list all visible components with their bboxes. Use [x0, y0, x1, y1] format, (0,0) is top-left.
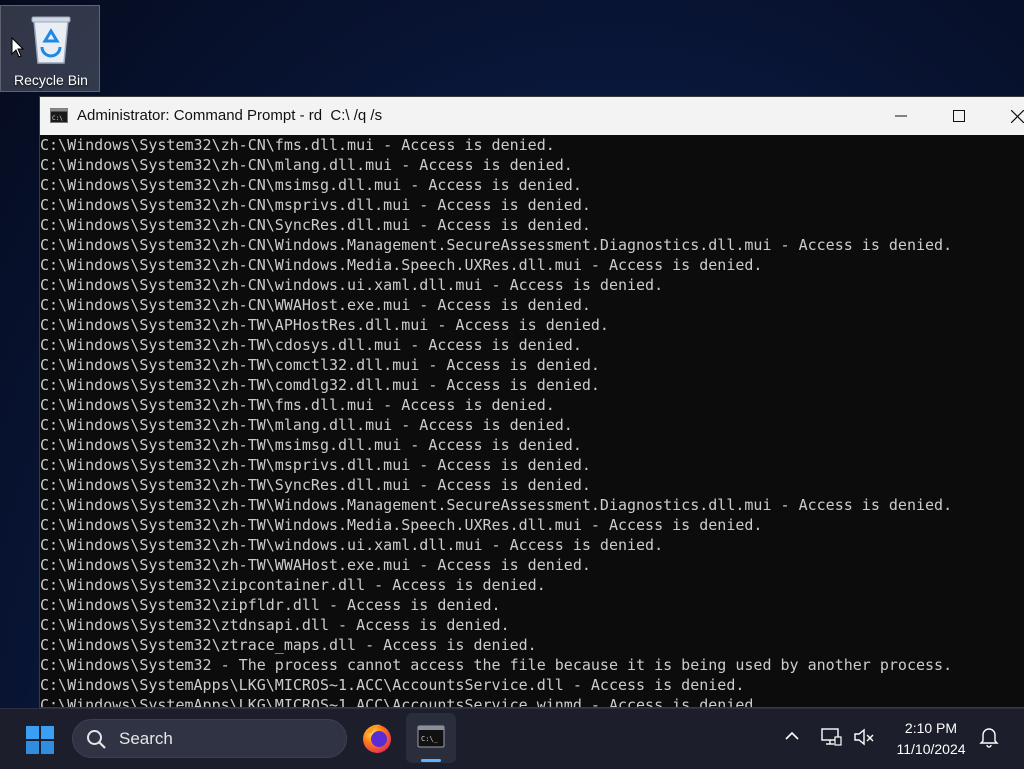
minimize-icon: [895, 115, 907, 117]
console-line: C:\Windows\System32\ztdnsapi.dll - Acces…: [40, 616, 510, 634]
console-line: C:\Windows\System32\zh-CN\Windows.Manage…: [40, 236, 953, 254]
console-line: C:\Windows\System32\zh-CN\mlang.dll.mui …: [40, 156, 573, 174]
console-line: C:\Windows\System32\zh-TW\comctl32.dll.m…: [40, 356, 600, 374]
command-prompt-window[interactable]: C:\ Administrator: Command Prompt - rd C…: [39, 96, 1024, 708]
console-line: C:\Windows\System32\zh-TW\WWAHost.exe.mu…: [40, 556, 591, 574]
notification-bell-icon[interactable]: [979, 726, 999, 748]
console-line: C:\Windows\System32 - The process cannot…: [40, 656, 953, 674]
window-title: Administrator: Command Prompt - rd C:\ /…: [77, 107, 383, 124]
console-line: C:\Windows\SystemApps\LKG\MICROS~1.ACC\A…: [40, 696, 763, 708]
chevron-up-icon[interactable]: [782, 726, 802, 746]
taskbar-clock[interactable]: 2:10 PM 11/10/2024: [884, 718, 978, 760]
window-titlebar[interactable]: C:\ Administrator: Command Prompt - rd C…: [40, 97, 1024, 135]
console-line: C:\Windows\System32\ztrace_maps.dll - Ac…: [40, 636, 537, 654]
console-line: C:\Windows\System32\zh-CN\WWAHost.exe.mu…: [40, 296, 591, 314]
taskbar-firefox-button[interactable]: [352, 713, 402, 763]
windows-start-icon[interactable]: [22, 725, 58, 755]
console-line: C:\Windows\System32\zh-TW\windows.ui.xam…: [40, 536, 664, 554]
console-line: C:\Windows\System32\zipcontainer.dll - A…: [40, 576, 546, 594]
close-icon: [1010, 109, 1024, 123]
console-line: C:\Windows\System32\zh-CN\windows.ui.xam…: [40, 276, 664, 294]
terminal-icon: C:\_: [417, 725, 445, 748]
search-icon: [87, 730, 106, 749]
recycle-bin-icon: [31, 16, 71, 64]
clock-time: 2:10 PM: [904, 720, 958, 736]
console-line: C:\Windows\System32\zh-CN\Windows.Media.…: [40, 256, 763, 274]
console-line: C:\Windows\System32\zh-TW\msimsg.dll.mui…: [40, 436, 582, 454]
volume-muted-icon[interactable]: [853, 726, 875, 748]
console-line: C:\Windows\System32\zh-TW\comdlg32.dll.m…: [40, 376, 600, 394]
close-button[interactable]: [988, 97, 1024, 135]
console-line: C:\Windows\System32\zh-TW\Windows.Manage…: [40, 496, 953, 514]
maximize-icon: [953, 110, 965, 122]
taskbar: Search C:\_ 2:10 PM 11/10/2024: [0, 708, 1024, 769]
console-line: C:\Windows\System32\zh-TW\mlang.dll.mui …: [40, 416, 573, 434]
console-line: C:\Windows\System32\zh-TW\fms.dll.mui - …: [40, 396, 555, 414]
svg-text:C:\_: C:\_: [421, 735, 439, 743]
taskbar-search-box[interactable]: Search: [72, 719, 347, 758]
console-line: C:\Windows\System32\zh-CN\msprivs.dll.mu…: [40, 196, 591, 214]
console-line: C:\Windows\System32\zh-CN\SyncRes.dll.mu…: [40, 216, 591, 234]
mouse-cursor-icon: [11, 37, 25, 58]
cmd-icon: C:\: [50, 108, 68, 123]
taskbar-terminal-button[interactable]: C:\_: [406, 713, 456, 763]
console-output[interactable]: C:\Windows\System32\zh-CN\fms.dll.mui - …: [40, 135, 1024, 707]
svg-text:C:\: C:\: [52, 115, 63, 122]
console-line: C:\Windows\System32\zh-TW\SyncRes.dll.mu…: [40, 476, 591, 494]
console-line: C:\Windows\SystemApps\LKG\MICROS~1.ACC\A…: [40, 676, 745, 694]
console-line: C:\Windows\System32\zh-TW\Windows.Media.…: [40, 516, 763, 534]
network-icon[interactable]: [820, 726, 842, 748]
search-label: Search: [119, 729, 173, 748]
maximize-button[interactable]: [930, 97, 988, 135]
console-line: C:\Windows\System32\zh-TW\msprivs.dll.mu…: [40, 456, 591, 474]
active-app-indicator: [421, 759, 441, 762]
console-line: C:\Windows\System32\zipfldr.dll - Access…: [40, 596, 501, 614]
console-line: C:\Windows\System32\zh-TW\cdosys.dll.mui…: [40, 336, 582, 354]
minimize-button[interactable]: [872, 97, 930, 135]
console-line: C:\Windows\System32\zh-CN\fms.dll.mui - …: [40, 136, 555, 154]
clock-date: 11/10/2024: [896, 741, 966, 757]
console-line: C:\Windows\System32\zh-CN\msimsg.dll.mui…: [40, 176, 582, 194]
recycle-bin-label: Recycle Bin: [14, 72, 88, 88]
firefox-icon: [363, 724, 391, 753]
console-line: C:\Windows\System32\zh-TW\APHostRes.dll.…: [40, 316, 609, 334]
